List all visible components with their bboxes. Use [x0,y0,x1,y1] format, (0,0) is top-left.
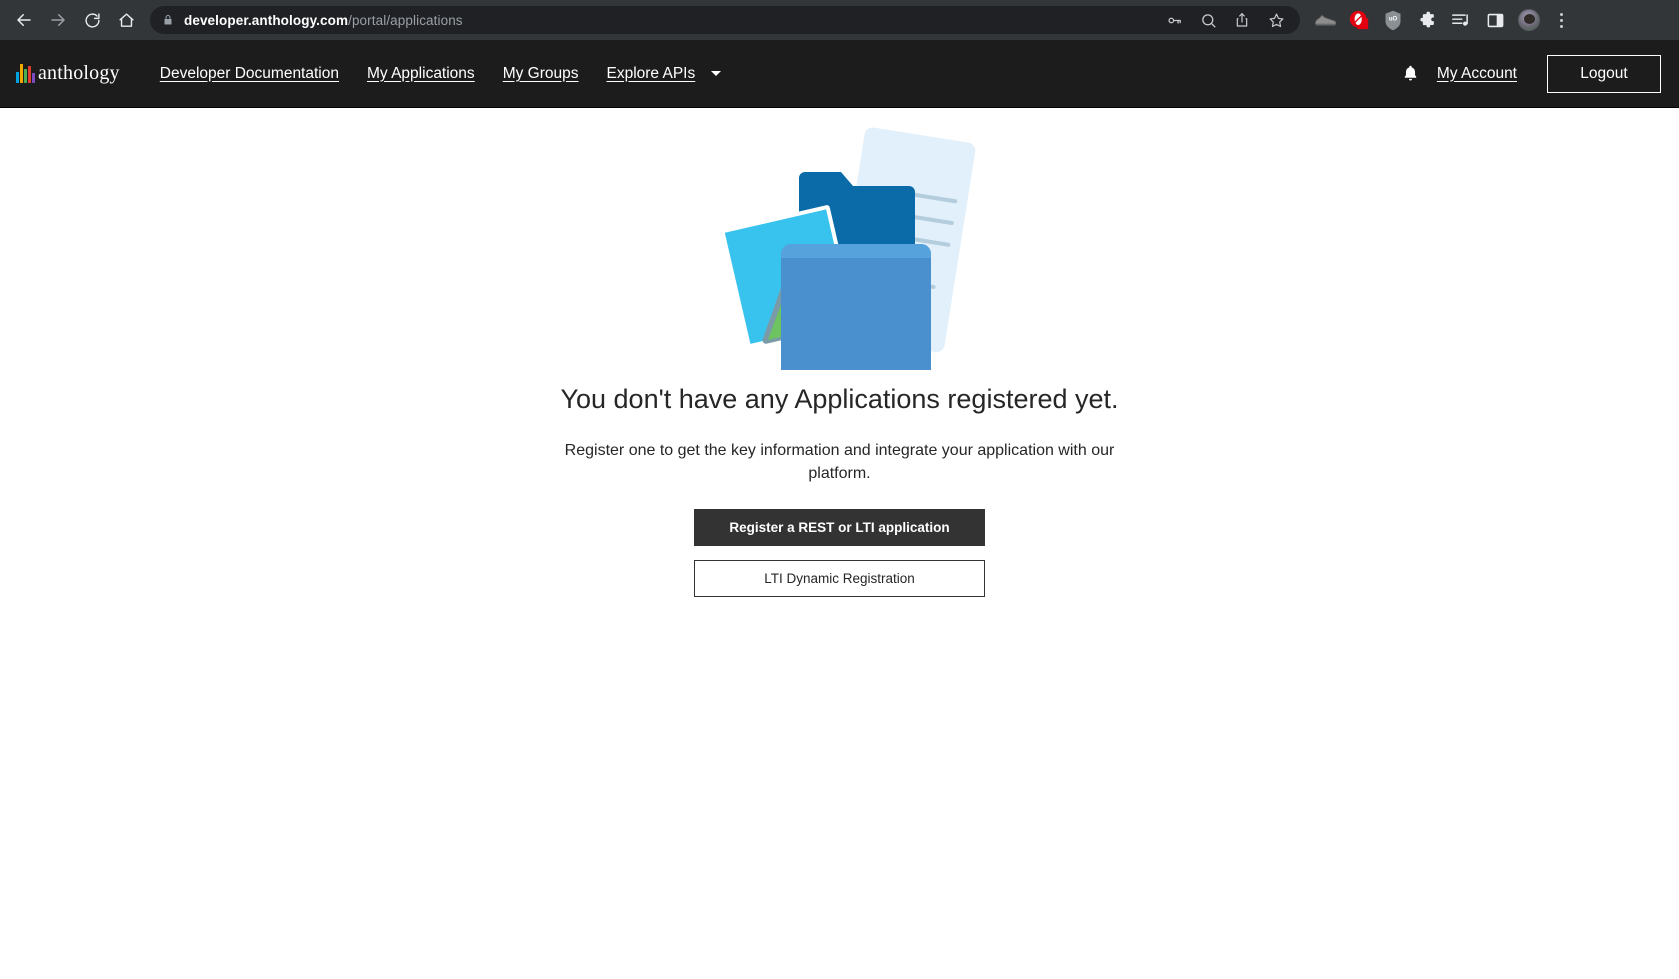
anthology-logo[interactable]: anthology [16,62,120,85]
browser-nav-buttons [8,4,142,36]
anthology-bars-icon [16,64,35,83]
page-title: You don't have any Applications register… [560,384,1119,414]
nav-my-groups[interactable]: My Groups [489,59,593,89]
bell-icon[interactable] [1402,64,1419,83]
browser-toolbar: developer.anthology.com/portal/applicati… [0,0,1679,40]
empty-state-subtitle: Register one to get the key information … [564,442,1115,483]
nav-explore-apis[interactable]: Explore APIs [593,59,728,89]
site-header: anthology Developer Documentation My App… [0,40,1679,108]
svg-text:uO: uO [1389,16,1398,22]
my-account-link[interactable]: My Account [1437,65,1517,83]
password-key-icon[interactable] [1164,10,1184,30]
home-icon [118,12,135,29]
side-panel-icon[interactable] [1484,9,1506,31]
chrome-menu-icon[interactable] [1552,12,1570,28]
share-icon[interactable] [1232,10,1252,30]
register-rest-or-lti-application-button[interactable]: Register a REST or LTI application [694,509,985,547]
header-right-actions: My Account Logout [1402,54,1661,93]
bookmark-star-icon[interactable] [1266,10,1286,30]
address-bar[interactable]: developer.anthology.com/portal/applicati… [150,6,1300,34]
reload-icon [84,12,101,29]
back-arrow-icon [15,11,33,29]
extension-toolbar: uO [1314,9,1570,31]
opera-red-extension-icon[interactable] [1348,9,1370,31]
nav-developer-documentation[interactable]: Developer Documentation [146,59,353,89]
back-button[interactable] [8,4,40,36]
reading-list-icon[interactable] [1450,9,1472,31]
chevron-down-icon [711,71,722,76]
forward-button[interactable] [42,4,74,36]
home-button[interactable] [110,4,142,36]
empty-folder-documents-illustration [675,120,1005,370]
lock-icon [162,13,174,27]
omnibox-actions [1164,10,1288,30]
logout-button[interactable]: Logout [1547,54,1661,93]
ublock-shield-icon[interactable]: uO [1382,9,1404,31]
main-navigation: Developer Documentation My Applications … [146,59,727,89]
search-icon[interactable] [1198,10,1218,30]
brand-name: anthology [37,62,120,84]
url-text: developer.anthology.com/portal/applicati… [184,13,463,28]
url-path: /portal/applications [348,12,463,28]
url-host: developer.anthology.com [184,12,349,28]
reload-button[interactable] [76,4,108,36]
sneaker-extension-icon[interactable] [1314,9,1336,31]
lti-dynamic-registration-button[interactable]: LTI Dynamic Registration [694,560,985,598]
extensions-puzzle-icon[interactable] [1416,9,1438,31]
nav-explore-apis-label: Explore APIs [606,64,696,82]
profile-avatar-icon[interactable] [1518,9,1540,31]
applications-empty-state: You don't have any Applications register… [0,108,1679,978]
nav-my-applications[interactable]: My Applications [353,59,489,89]
forward-arrow-icon [49,11,67,29]
